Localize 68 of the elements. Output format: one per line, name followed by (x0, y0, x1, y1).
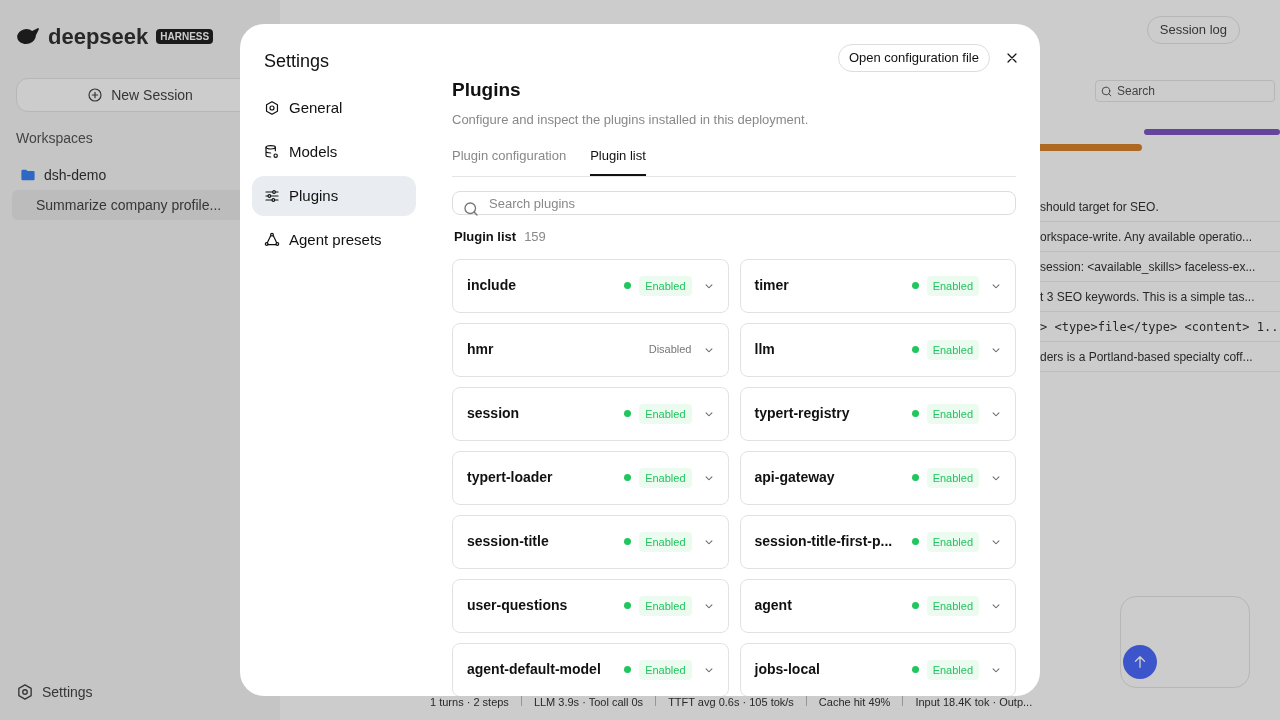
tab[interactable]: Plugin list (590, 143, 646, 176)
plus-icon (87, 87, 104, 103)
status-badge: Enabled (926, 403, 979, 424)
plugin-card[interactable]: session Enabled (452, 386, 729, 441)
database-icon (264, 144, 280, 160)
status-badge: Enabled (639, 403, 692, 424)
status-badge: Enabled (926, 275, 979, 296)
search-icon (462, 199, 480, 218)
plugin-name: session (467, 404, 521, 423)
plugin-name: include (467, 276, 517, 295)
search-field[interactable]: Search plugins (452, 191, 1016, 215)
sliders-icon (264, 188, 280, 204)
plugin-card[interactable]: llm Enabled (739, 322, 1016, 377)
logo-text: deepseek (48, 22, 149, 51)
section-description: Configure and inspect the plugins installed in this deployment. (452, 111, 810, 129)
status-badge: Enabled (926, 467, 979, 488)
status-badge: Enabled (926, 659, 979, 680)
section-heading: Plugins (452, 78, 522, 100)
plugin-card[interactable]: user-questions Enabled (452, 578, 729, 633)
plugin-name: api-gateway (754, 468, 836, 487)
count-label: 159 (524, 227, 546, 246)
status-text: Disabled (648, 342, 692, 358)
section-label: Workspaces (16, 128, 94, 148)
plugin-name: user-questions (467, 596, 569, 615)
plugin-card[interactable]: include Enabled (452, 258, 729, 313)
search-icon (1100, 84, 1113, 98)
status-text: TTFT avg 0.6s · 105 tok/s (668, 695, 794, 710)
status-text: Input 18.4K tok · Outp... (915, 695, 1033, 710)
plugin-name: timer (754, 276, 790, 295)
status-badge: Enabled (926, 531, 979, 552)
version-badge: HARNESS (156, 28, 214, 44)
tab[interactable]: Plugin configuration (452, 143, 567, 176)
plugin-card[interactable]: typert-registry Enabled (739, 386, 1016, 441)
plugin-name: session-title (467, 532, 550, 551)
status-badge: Enabled (926, 595, 979, 616)
plugin-name: agent-default-model (467, 660, 602, 679)
plugin-name: hmr (467, 340, 495, 359)
plugin-card[interactable]: timer Enabled (739, 258, 1016, 313)
search-field[interactable]: Search (1095, 80, 1275, 102)
nav-item[interactable]: Plugins (252, 176, 416, 216)
settings-icon (264, 100, 280, 116)
settings-link[interactable]: Settings (16, 682, 264, 702)
status-badge: Enabled (639, 467, 692, 488)
status-badge: Enabled (926, 339, 979, 360)
plugin-card[interactable]: session-title Enabled (452, 514, 729, 569)
folder-icon (20, 167, 36, 183)
status-text: Cache hit 49% (818, 695, 891, 710)
plugin-name: typert-loader (467, 468, 554, 487)
plugin-card[interactable]: session-title-first-p... Enabled (739, 514, 1016, 569)
plugin-card[interactable]: agent Enabled (739, 578, 1016, 633)
settings-icon (16, 683, 34, 701)
nav-item[interactable]: Agent presets (252, 220, 416, 260)
plugin-name: typert-registry (754, 404, 851, 423)
plugin-card[interactable]: hmr Disabled (452, 322, 729, 377)
status-badge: Enabled (639, 659, 692, 680)
plugin-card[interactable]: api-gateway Enabled (739, 450, 1016, 505)
plugin-name: llm (754, 340, 776, 359)
plugin-name: jobs-local (754, 660, 821, 679)
list-title: Plugin list (454, 227, 517, 246)
status-badge: Enabled (639, 595, 692, 616)
status-badge: Enabled (639, 275, 692, 296)
plugin-name: agent (754, 596, 793, 615)
plugin-name: session-title-first-p... (754, 532, 894, 551)
status-badge: Enabled (639, 531, 692, 552)
plugin-card[interactable]: typert-loader Enabled (452, 450, 729, 505)
nodes-icon (264, 232, 280, 248)
status-text: 1 turns · 2 steps (430, 695, 509, 710)
status-text: LLM 3.9s · Tool call 0s (533, 695, 644, 710)
